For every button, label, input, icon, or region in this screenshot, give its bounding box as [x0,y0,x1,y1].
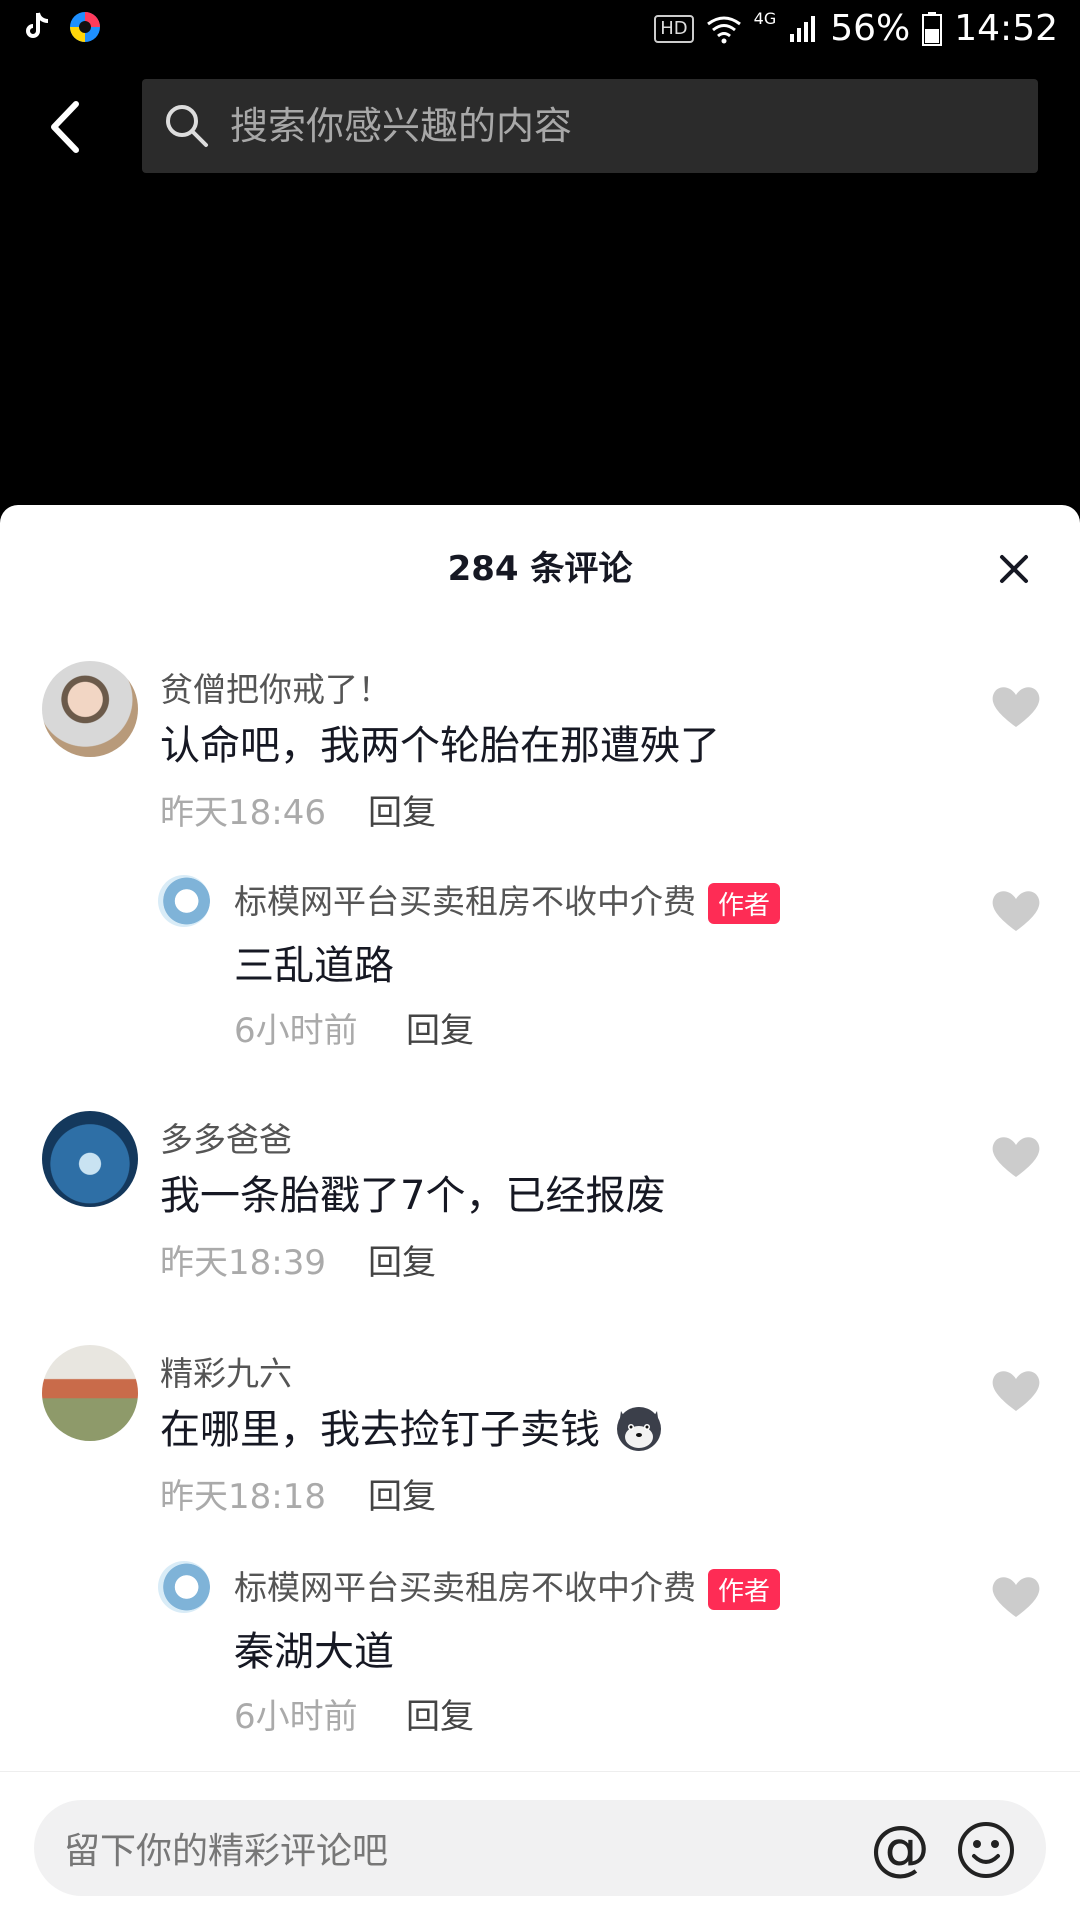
top-bar: 搜索你感兴趣的内容 [0,62,1080,192]
author-badge: 作者 [708,1569,781,1610]
status-right: HD 4G 56% 14:52 [654,8,1058,49]
reply-button[interactable]: 回复 [406,1689,474,1738]
search-placeholder: 搜索你感兴趣的内容 [230,104,573,148]
comment-composer-bar: 留下你的精彩评论吧 @ [0,1771,1080,1921]
clock: 14:52 [954,8,1058,49]
husky-emoji-icon [616,1407,661,1451]
reply-button[interactable]: 回复 [368,785,436,834]
comments-sheet: 284 条评论 贫僧把你戒了！ 认命吧，我两个轮胎在那遭殃了 昨天18:46 回… [0,505,1080,1920]
reply-button[interactable]: 回复 [368,1235,436,1284]
reply-text: 三乱道路 [234,943,394,989]
comment-text: 认命吧，我两个轮胎在那遭殃了 [160,723,720,769]
app-colorful-icon [70,12,100,42]
battery-percent: 56% [830,8,911,49]
search-icon [166,105,208,147]
reply-username[interactable]: 标模网平台买卖租房不收中介费 作者 [234,1561,781,1610]
reply-username[interactable]: 标模网平台买卖租房不收中介费 作者 [234,875,781,924]
comment-text: 我一条胎戳了7个，已经报废 [160,1173,666,1219]
avatar[interactable] [42,1345,138,1441]
comment-item: 多多爸爸 我一条胎戳了7个，已经报废 昨天18:39 回复 [0,1105,1080,1305]
wifi-icon [706,16,741,43]
reply-item: 标模网平台买卖租房不收中介费 作者 秦湖大道 6小时前 回复 [0,1561,1080,1741]
author-badge: 作者 [708,883,781,924]
heart-icon[interactable] [990,1133,1042,1179]
comment-input-placeholder: 留下你的精彩评论吧 [64,1831,389,1872]
comment-username[interactable]: 精彩九六 [160,1347,292,1395]
battery-icon [922,11,943,46]
reply-item: 标模网平台买卖租房不收中介费 作者 三乱道路 6小时前 回复 [0,875,1080,1055]
reply-text: 秦湖大道 [234,1629,394,1675]
search-input[interactable]: 搜索你感兴趣的内容 [142,79,1038,173]
reply-username-text: 标模网平台买卖租房不收中介费 [234,882,696,921]
heart-icon[interactable] [990,1573,1042,1619]
comment-item: 精彩九六 在哪里，我去捡钉子卖钱 昨天18:18 回复 [0,1339,1080,1539]
reply-username-text: 标模网平台买卖租房不收中介费 [234,1568,696,1607]
comment-time: 昨天18:18 [160,1477,326,1517]
comment-input[interactable]: 留下你的精彩评论吧 @ [34,1800,1046,1896]
comment-username[interactable]: 多多爸爸 [160,1113,292,1161]
comment-time: 昨天18:39 [160,1243,326,1283]
avatar[interactable] [42,1111,138,1207]
comment-text-content: 在哪里，我去捡钉子卖钱 [160,1407,600,1453]
avatar[interactable] [158,1561,210,1613]
status-bar: HD 4G 56% 14:52 [0,0,1080,62]
back-button[interactable] [36,92,96,162]
comment-item: 贫僧把你戒了！ 认命吧，我两个轮胎在那遭殃了 昨天18:46 回复 [0,655,1080,855]
status-left [22,10,102,44]
avatar[interactable] [158,875,210,927]
sheet-header: 284 条评论 [0,505,1080,615]
reply-time: 6小时前 [234,1011,358,1051]
network-type: 4G [753,9,777,28]
chevron-left-icon [51,101,79,153]
heart-icon[interactable] [990,887,1042,933]
reply-button[interactable]: 回复 [368,1469,436,1518]
tiktok-icon [26,12,49,38]
avatar[interactable] [42,661,138,757]
signal-icon [790,15,816,42]
at-mention-icon[interactable]: @ [870,1818,930,1878]
reply-time: 6小时前 [234,1697,358,1737]
comment-time: 昨天18:46 [160,793,326,833]
comment-username[interactable]: 贫僧把你戒了！ [160,663,391,711]
heart-icon[interactable] [990,1367,1042,1413]
comment-count-title: 284 条评论 [447,549,633,589]
close-icon[interactable] [996,551,1032,587]
reply-button[interactable]: 回复 [406,1003,474,1052]
hd-badge: HD [654,14,694,43]
comment-text: 在哪里，我去捡钉子卖钱 [160,1397,665,1455]
heart-icon[interactable] [990,683,1042,729]
emoji-icon[interactable] [956,1820,1016,1880]
